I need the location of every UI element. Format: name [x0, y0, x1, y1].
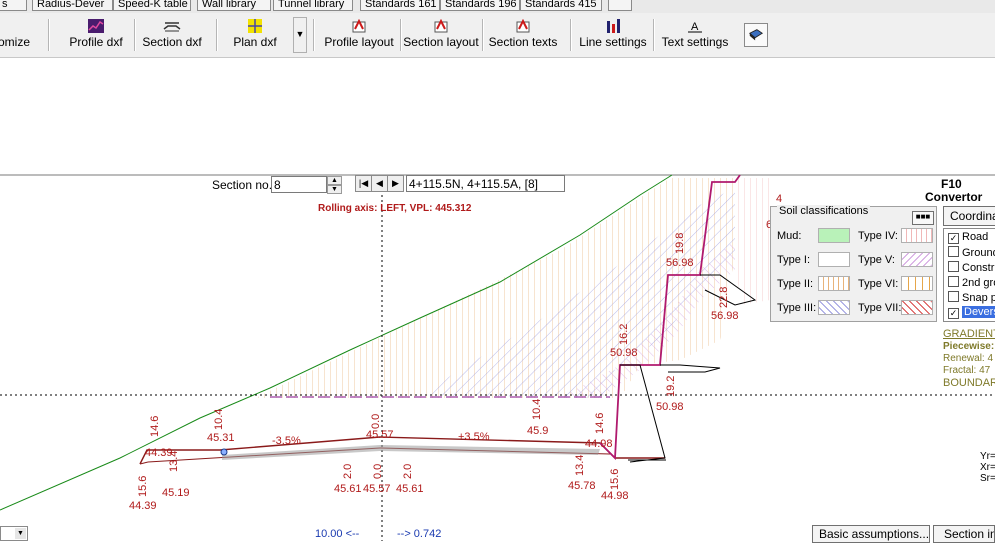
boundary-label: BOUNDAR: [943, 377, 995, 389]
label-dist: 13.4: [574, 455, 586, 476]
section-spin-up[interactable]: ▲: [327, 176, 342, 185]
chevron-down-icon: ▼: [15, 528, 26, 539]
soil-classifications-panel: Soil classifications ■■■ Mud: Type IV: T…: [770, 205, 937, 322]
label-dist: 19.2: [665, 376, 677, 397]
soil-label-type-iv: Type IV:: [858, 230, 898, 242]
label-dist: 16.2: [618, 324, 630, 345]
f10-label: F10: [941, 177, 962, 191]
layer-snap[interactable]: Snap p: [948, 291, 995, 304]
yr-readout: Yr=: [980, 451, 995, 462]
wall-outline-2: [660, 364, 721, 373]
label-elev: 45.9: [527, 425, 548, 437]
next-button[interactable]: ▶: [387, 175, 404, 192]
checkbox-devers[interactable]: ✓: [948, 308, 959, 319]
scale-left: 10.00 <--: [315, 528, 360, 540]
layer-ground[interactable]: Ground: [948, 246, 995, 259]
convertor-label: Convertor: [925, 190, 983, 204]
label-elev: 50.98: [610, 347, 638, 359]
sr-readout: Sr=: [980, 473, 995, 484]
label-dist: 10.4: [531, 399, 543, 420]
label-slope-right: +3.5%: [458, 431, 490, 443]
label-dist: 0.0: [372, 464, 384, 479]
piecewise-label: Piecewise:: [943, 341, 995, 352]
station-field: 4+115.5N, 4+115.5A, [8]: [406, 175, 565, 192]
soil-label-type-vi: Type VI:: [858, 278, 899, 290]
checkbox-2nd-ground[interactable]: [948, 276, 959, 287]
layer-devers[interactable]: ✓Devers: [948, 306, 995, 319]
label-dist: 2.0: [342, 464, 354, 479]
label-dist: 14.6: [149, 416, 161, 437]
label-elev: 50.98: [656, 401, 684, 413]
pavement-layer: [222, 445, 600, 460]
label-dist: 0.0: [370, 414, 382, 429]
xr-readout: Xr=: [980, 462, 995, 473]
section-info-button[interactable]: Section inf: [933, 525, 995, 543]
label-dist: 22.8: [718, 287, 730, 308]
soil-type-iv-fill: [735, 178, 770, 305]
label-dist: 13.4: [168, 451, 180, 472]
label-dist: 2.0: [402, 464, 414, 479]
label-dist: 19.8: [674, 233, 686, 254]
label-elev: 45.31: [207, 432, 235, 444]
layer-construction[interactable]: Constru: [948, 261, 995, 274]
layer-2nd-ground[interactable]: 2nd gro: [948, 276, 995, 289]
prev-button[interactable]: ◀: [371, 175, 388, 192]
soil-swatch-type-ii[interactable]: [818, 276, 850, 291]
label-slope-left: -3.5%: [272, 435, 301, 447]
section-spin-down[interactable]: ▼: [327, 185, 342, 194]
soil-label-type-v: Type V:: [858, 254, 895, 266]
fractal-label: Fractal: 47: [943, 365, 991, 376]
scale-right: --> 0.742: [397, 528, 441, 540]
prev-section-button[interactable]: |◀: [355, 175, 372, 192]
section-no-label: Section no.:: [212, 178, 276, 192]
label-elev: 44.39: [129, 500, 157, 512]
soil-swatch-type-i[interactable]: [818, 252, 850, 267]
layer-road[interactable]: ✓ Road: [948, 231, 988, 244]
soil-label-type-i: Type I:: [777, 254, 811, 266]
section-no-input[interactable]: 8: [271, 176, 327, 193]
label-elev: 56.98: [711, 310, 739, 322]
label-elev: 45.57: [366, 429, 394, 441]
soil-swatch-type-vi[interactable]: [901, 276, 933, 291]
soil-panel-menu-button[interactable]: ■■■: [912, 211, 934, 225]
soil-swatch-mud[interactable]: [818, 228, 850, 243]
label-dist: 10.4: [213, 409, 225, 430]
label-elev: 44.98: [585, 438, 613, 450]
label-dist: 15.6: [609, 469, 621, 490]
gradient-label: GRADIENT: [943, 328, 995, 340]
label-elev: 45.19: [162, 487, 190, 499]
coordinates-button[interactable]: Coordinat: [943, 206, 995, 226]
checkbox-ground[interactable]: [948, 246, 959, 257]
soil-swatch-type-iv[interactable]: [901, 228, 933, 243]
rolling-axis-info: Rolling axis: LEFT, VPL: 445.312: [318, 203, 472, 214]
soil-swatch-type-vii[interactable]: [901, 300, 933, 315]
label-elev: 45.61: [396, 483, 424, 495]
label-dist: 4: [776, 193, 782, 205]
rolling-axis-marker[interactable]: [220, 448, 228, 456]
soil-swatch-type-v[interactable]: [901, 252, 933, 267]
renewal-label: Renewal: 4: [943, 353, 994, 364]
soil-label-type-vii: Type VII:: [858, 302, 902, 314]
label-dist: 15.6: [137, 476, 149, 497]
label-elev: 45.78: [568, 480, 596, 492]
soil-panel-title: Soil classifications: [777, 205, 871, 217]
checkbox-snap[interactable]: [948, 291, 959, 302]
label-elev: 45.57: [363, 483, 391, 495]
label-elev: 45.61: [334, 483, 362, 495]
checkbox-construction[interactable]: [948, 261, 959, 272]
basic-assumptions-button[interactable]: Basic assumptions...: [812, 525, 930, 543]
soil-label-type-ii: Type II:: [777, 278, 814, 290]
label-elev: 44.98: [601, 490, 629, 502]
soil-label-type-iii: Type III:: [777, 302, 817, 314]
label-elev: 56.98: [666, 257, 694, 269]
soil-label-mud: Mud:: [777, 230, 802, 242]
bottom-dropdown[interactable]: ▼: [0, 526, 28, 541]
checkbox-road[interactable]: ✓: [948, 233, 959, 244]
label-dist: 14.6: [594, 413, 606, 434]
soil-swatch-type-iii[interactable]: [818, 300, 850, 315]
